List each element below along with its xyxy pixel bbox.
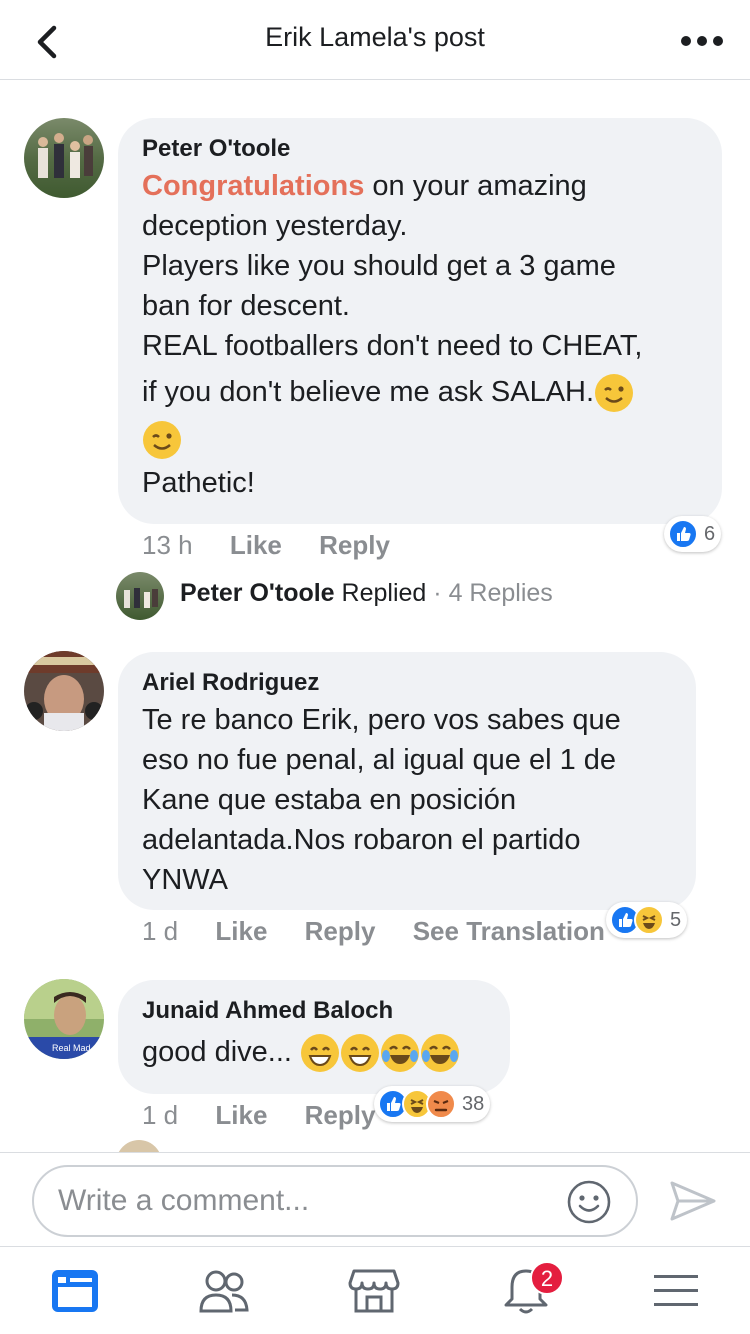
angry-reaction-icon (426, 1089, 456, 1119)
bottom-tab-bar: 2 (0, 1246, 750, 1334)
wink-emoji-icon (143, 420, 181, 459)
send-icon[interactable] (668, 1177, 718, 1225)
reaction-summary[interactable]: 5 (606, 902, 688, 938)
comment-author[interactable]: Peter O'toole (142, 132, 698, 166)
like-button[interactable]: Like (215, 1100, 267, 1130)
like-button[interactable]: Like (230, 530, 282, 560)
comment-time: 13 h (142, 530, 193, 560)
comment-bubble[interactable]: Peter O'toole Congratulations on your am… (118, 118, 722, 524)
comment-text: Te re banco Erik, pero vos sabes que eso… (142, 704, 621, 896)
tears-of-joy-emoji-icon (421, 1034, 460, 1073)
avatar-peter[interactable] (24, 118, 104, 198)
haha-reaction-icon (634, 905, 664, 935)
news-feed-icon[interactable] (50, 1267, 102, 1315)
reply-button[interactable]: Reply (305, 916, 376, 946)
comment-text: good dive... (142, 1032, 486, 1073)
reaction-summary[interactable]: 38 (374, 1086, 491, 1122)
comment-time: 1 d (142, 916, 179, 946)
page-title: Erik Lamela's post (265, 22, 485, 52)
avatar-junaid[interactable]: Real Mad (24, 979, 104, 1059)
more-options-icon[interactable] (678, 26, 726, 56)
comment-author[interactable]: Ariel Rodriguez (142, 666, 672, 700)
avatar-ariel[interactable] (24, 651, 104, 731)
menu-icon[interactable] (650, 1267, 702, 1315)
friends-icon[interactable] (198, 1267, 250, 1315)
reaction-summary[interactable]: 6 (664, 516, 722, 552)
reaction-count: 5 (670, 908, 682, 931)
reaction-count: 38 (462, 1092, 485, 1115)
marketplace-icon[interactable] (348, 1267, 400, 1315)
wink-emoji-icon (595, 374, 634, 413)
comment-actions: 1 d Like Reply See Translation (142, 916, 635, 947)
reply-button[interactable]: Reply (319, 530, 390, 560)
comment-actions: 1 d Like Reply (142, 1100, 405, 1131)
comment-text: Congratulations on your amazing deceptio… (142, 170, 643, 499)
see-translation-button[interactable]: See Translation (413, 916, 605, 946)
grin-emoji-icon (341, 1034, 380, 1073)
tears-of-joy-emoji-icon (381, 1034, 420, 1073)
reaction-count: 6 (704, 522, 716, 545)
top-bar: Erik Lamela's post (0, 0, 750, 80)
emoji-picker-icon[interactable] (566, 1179, 612, 1225)
comment-author[interactable]: Junaid Ahmed Baloch (142, 994, 486, 1028)
reply-button[interactable]: Reply (305, 1100, 376, 1130)
grin-emoji-icon (301, 1034, 340, 1073)
comment-input[interactable] (32, 1165, 638, 1237)
comment-bubble[interactable]: Ariel Rodriguez Te re banco Erik, pero v… (118, 652, 696, 910)
svg-text:Real Mad: Real Mad (52, 1043, 91, 1053)
comment-time: 1 d (142, 1100, 179, 1130)
avatar-peter-small[interactable] (116, 572, 164, 620)
notifications-badge: 2 (530, 1261, 564, 1295)
comment-actions: 13 h Like Reply (142, 530, 420, 561)
like-button[interactable]: Like (215, 916, 267, 946)
like-reaction-icon (668, 519, 698, 549)
comment-composer (0, 1152, 750, 1246)
highlighted-word: Congratulations (142, 170, 365, 202)
comment-bubble[interactable]: Junaid Ahmed Baloch good dive... (118, 980, 510, 1094)
view-replies-link[interactable]: Peter O'toole Replied · 4 Replies (180, 579, 553, 608)
